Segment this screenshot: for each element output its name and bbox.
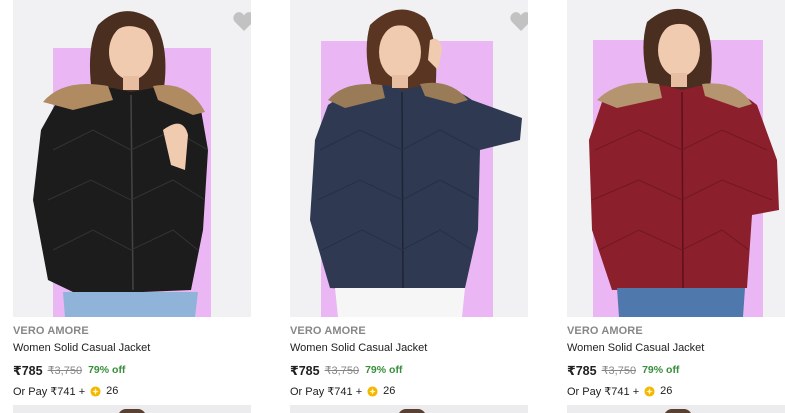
price-row: ₹785 ₹3,750 79% off bbox=[567, 362, 679, 378]
model-photo bbox=[310, 9, 522, 317]
discount-label: 79% off bbox=[88, 364, 126, 376]
model-photo bbox=[589, 8, 779, 317]
coin-count: 26 bbox=[660, 385, 673, 397]
product-grid: VERO AMORE Women Solid Casual Jacket ₹78… bbox=[0, 0, 785, 413]
product-title[interactable]: Women Solid Casual Jacket bbox=[290, 342, 427, 354]
original-price: ₹3,750 bbox=[324, 364, 360, 377]
discount-label: 79% off bbox=[365, 364, 403, 376]
supercoin-icon bbox=[90, 385, 101, 397]
pay-amount: Or Pay ₹741 + bbox=[13, 385, 86, 398]
product-card[interactable]: VERO AMORE Women Solid Casual Jacket ₹78… bbox=[13, 0, 251, 413]
selling-price: ₹785 bbox=[13, 363, 43, 378]
product-card[interactable]: VERO AMORE Women Solid Casual Jacket ₹78… bbox=[567, 0, 785, 413]
brand-name: VERO AMORE bbox=[13, 325, 89, 337]
product-card[interactable]: VERO AMORE Women Solid Casual Jacket ₹78… bbox=[290, 0, 528, 413]
next-model-hair bbox=[398, 409, 426, 413]
coin-count: 26 bbox=[383, 385, 396, 397]
pay-amount: Or Pay ₹741 + bbox=[567, 385, 640, 398]
supercoin-offer: Or Pay ₹741 + 26 bbox=[290, 383, 395, 399]
brand-name: VERO AMORE bbox=[567, 325, 643, 337]
heart-icon[interactable] bbox=[509, 10, 528, 32]
next-model-hair bbox=[664, 409, 692, 413]
product-image[interactable] bbox=[290, 0, 528, 317]
selling-price: ₹785 bbox=[290, 363, 320, 378]
discount-label: 79% off bbox=[642, 364, 680, 376]
supercoin-offer: Or Pay ₹741 + 26 bbox=[13, 383, 118, 399]
supercoin-offer: Or Pay ₹741 + 26 bbox=[567, 383, 672, 399]
supercoin-icon bbox=[367, 385, 378, 397]
product-image[interactable] bbox=[13, 0, 251, 317]
supercoin-icon bbox=[644, 385, 655, 397]
model-photo bbox=[33, 11, 209, 317]
product-title[interactable]: Women Solid Casual Jacket bbox=[567, 342, 704, 354]
price-row: ₹785 ₹3,750 79% off bbox=[290, 362, 402, 378]
next-model-hair bbox=[118, 409, 146, 413]
original-price: ₹3,750 bbox=[601, 364, 637, 377]
brand-name: VERO AMORE bbox=[290, 325, 366, 337]
original-price: ₹3,750 bbox=[47, 364, 83, 377]
heart-icon[interactable] bbox=[232, 10, 251, 32]
product-title[interactable]: Women Solid Casual Jacket bbox=[13, 342, 150, 354]
price-row: ₹785 ₹3,750 79% off bbox=[13, 362, 125, 378]
coin-count: 26 bbox=[106, 385, 119, 397]
selling-price: ₹785 bbox=[567, 363, 597, 378]
pay-amount: Or Pay ₹741 + bbox=[290, 385, 363, 398]
product-image[interactable] bbox=[567, 0, 785, 317]
